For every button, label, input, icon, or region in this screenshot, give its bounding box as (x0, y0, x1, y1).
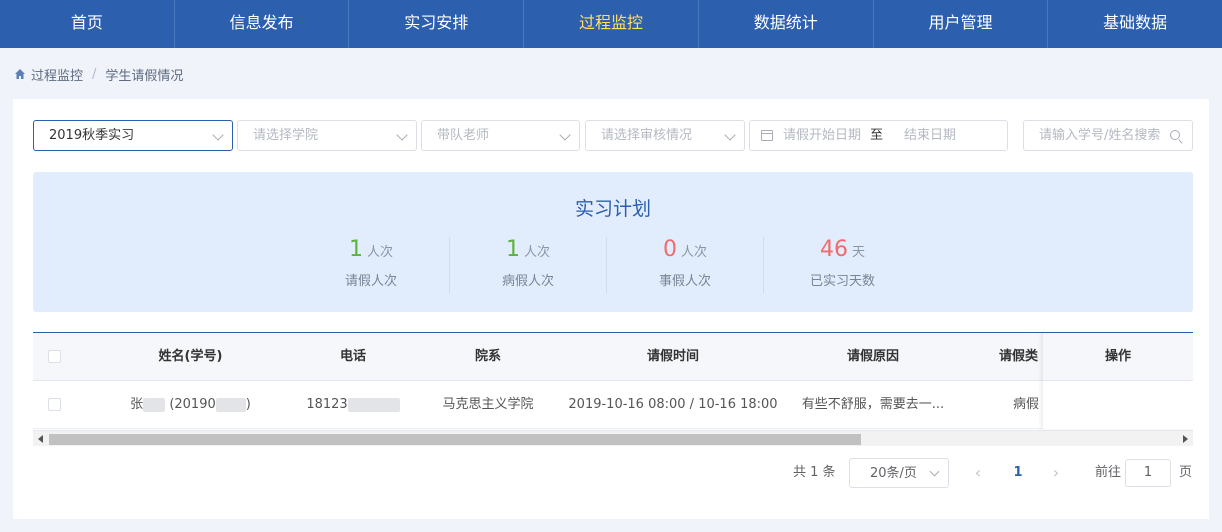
stat-sick-leave-count: 1 人次 病假人次 (450, 237, 607, 293)
leave-table: 姓名(学号) 电话 院系 请假时间 请假原因 请假类 张 (20190) 181… (33, 332, 1193, 448)
chevron-down-icon (396, 129, 408, 141)
home-icon (15, 69, 25, 79)
chevron-down-icon (559, 129, 571, 141)
scroll-left-icon[interactable] (38, 435, 43, 443)
cell-phone-prefix: 18123 (306, 397, 348, 412)
calendar-icon (761, 130, 773, 141)
stat-internship-days: 46 天 已实习天数 (764, 237, 921, 293)
breadcrumb-current: 学生请假情况 (105, 68, 184, 84)
stat-label: 事假人次 (658, 274, 711, 289)
breadcrumb: 过程监控 / 学生请假情况 (14, 64, 183, 84)
nav-item-home[interactable]: 首页 (0, 0, 175, 48)
date-range-picker[interactable]: 请假开始日期 至 结束日期 (749, 120, 1008, 151)
nav-item-user-manage[interactable]: 用户管理 (874, 0, 1049, 48)
date-start-input[interactable]: 请假开始日期 (783, 121, 861, 150)
nav-item-internship-arrange[interactable]: 实习安排 (349, 0, 525, 48)
redacted-text (215, 397, 246, 412)
top-nav: 首页 信息发布 实习安排 过程监控 数据统计 用户管理 基础数据 (0, 0, 1222, 48)
cell-type: 病假 (1013, 397, 1040, 412)
plan-select[interactable]: 2019秋季实习 (33, 120, 233, 151)
teacher-select-placeholder: 带队老师 (437, 128, 490, 143)
col-header-type[interactable]: 请假类 (973, 333, 1043, 381)
search-placeholder: 请输入学号/姓名搜索 (1039, 128, 1161, 143)
stat-unit: 人次 (523, 245, 550, 260)
col-header-reason[interactable]: 请假原因 (783, 333, 963, 381)
stat-personal-leave-count: 0 人次 事假人次 (607, 237, 764, 293)
date-end-input[interactable]: 结束日期 (904, 121, 956, 150)
col-header-name[interactable]: 姓名(学号) (103, 333, 278, 381)
search-input[interactable]: 请输入学号/姓名搜索 (1023, 120, 1193, 151)
stat-value: 0 (662, 237, 677, 262)
teacher-select[interactable]: 带队老师 (421, 120, 580, 151)
college-select-placeholder: 请选择学院 (253, 128, 319, 143)
stat-unit: 天 (851, 245, 865, 260)
college-select[interactable]: 请选择学院 (237, 120, 417, 151)
pagination-total: 共 1 条 (793, 465, 836, 480)
cell-reason: 有些不舒服，需要去一... (801, 397, 945, 412)
plan-select-value: 2019秋季实习 (49, 128, 135, 143)
stats-card: 实习计划 1 人次 请假人次 1 人次 病假人次 0 人次 事假人次 46 天 已实习天… (33, 172, 1193, 312)
nav-item-data-stats[interactable]: 数据统计 (699, 0, 874, 48)
chevron-down-icon (724, 129, 736, 141)
nav-item-info-publish[interactable]: 信息发布 (175, 0, 350, 48)
select-all-checkbox[interactable] (48, 350, 61, 363)
horizontal-scrollbar[interactable] (33, 430, 1193, 446)
date-range-separator: 至 (870, 128, 884, 143)
cell-name: 张 (20190) (103, 381, 278, 429)
main-panel: 2019秋季实习 请选择学院 带队老师 请选择审核情况 请假开始日期 至 结束日… (13, 99, 1209, 519)
col-header-dept[interactable]: 院系 (423, 333, 553, 381)
stats-title: 实习计划 (574, 198, 651, 220)
next-page-icon[interactable]: › (1041, 458, 1071, 488)
col-header-ops: 操作 (1043, 333, 1193, 381)
fixed-ops-column: 操作 (1043, 333, 1193, 429)
stat-unit: 人次 (366, 245, 393, 260)
row-checkbox[interactable] (48, 398, 61, 411)
col-header-phone[interactable]: 电话 (283, 333, 423, 381)
stat-label: 请假人次 (344, 274, 397, 289)
breadcrumb-separator: / (92, 66, 97, 82)
table-header: 姓名(学号) 电话 院系 请假时间 请假原因 请假类 (33, 333, 1193, 381)
col-header-time[interactable]: 请假时间 (563, 333, 783, 381)
search-icon[interactable] (1170, 130, 1180, 140)
cell-phone: 18123 (283, 381, 423, 429)
page-suffix: 页 (1179, 465, 1193, 480)
cell-dept: 马克思主义学院 (442, 397, 534, 412)
page-size-select[interactable]: 20条/页 (849, 458, 949, 488)
stat-value: 1 (348, 237, 363, 262)
review-select-placeholder: 请选择审核情况 (601, 128, 693, 143)
stat-unit: 人次 (680, 245, 707, 260)
chevron-down-icon (929, 466, 940, 477)
review-select[interactable]: 请选择审核情况 (585, 120, 745, 151)
prev-page-icon[interactable]: ‹ (963, 458, 993, 488)
cell-name-surname: 张 (130, 397, 144, 412)
nav-item-process-monitor[interactable]: 过程监控 (524, 0, 699, 48)
goto-page-input[interactable]: 1 (1125, 459, 1171, 487)
stat-label: 已实习天数 (809, 274, 875, 289)
page-number[interactable]: 1 (1003, 458, 1033, 488)
redacted-text (347, 397, 400, 412)
cell-name-close: ) (245, 397, 251, 412)
scrollbar-thumb[interactable] (49, 434, 861, 445)
goto-label: 前往 (1095, 465, 1122, 480)
stat-value: 46 (819, 237, 848, 262)
breadcrumb-root[interactable]: 过程监控 (31, 65, 83, 84)
scroll-right-icon[interactable] (1183, 435, 1188, 443)
table-row[interactable]: 张 (20190) 18123 马克思主义学院 2019-10-16 08:00… (33, 381, 1193, 429)
redacted-text (143, 397, 166, 412)
stat-value: 1 (505, 237, 520, 262)
nav-item-base-data[interactable]: 基础数据 (1048, 0, 1222, 48)
stat-label: 病假人次 (501, 274, 554, 289)
cell-name-id: (20190 (169, 397, 216, 412)
cell-time: 2019-10-16 08:00 / 10-16 18:00 (568, 397, 778, 412)
chevron-down-icon (212, 129, 224, 141)
stat-leave-count: 1 人次 请假人次 (293, 237, 450, 293)
page-size-value: 20条/页 (870, 466, 917, 481)
